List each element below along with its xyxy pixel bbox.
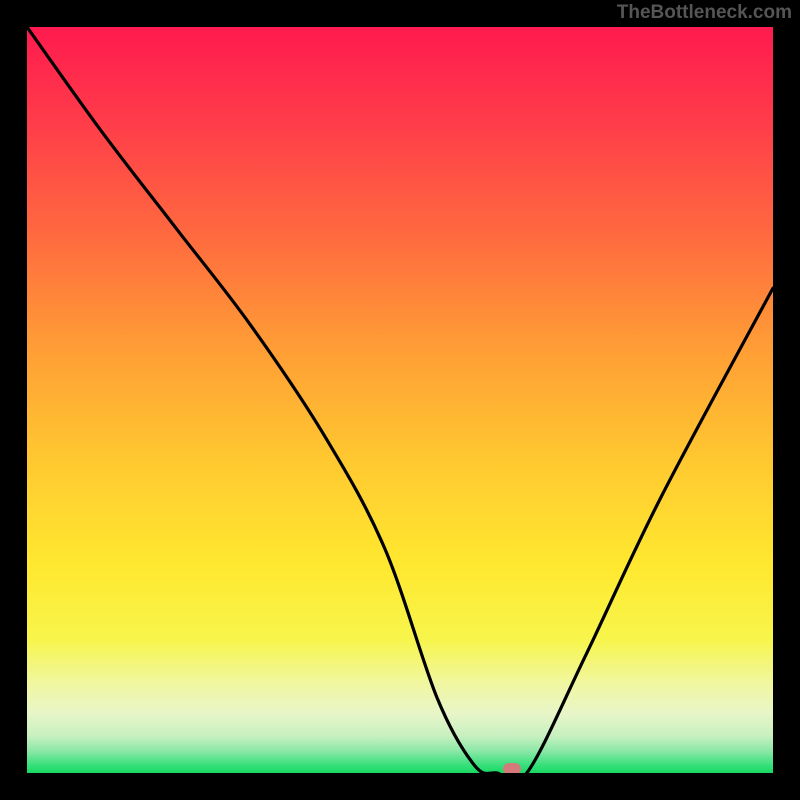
- plot-area: [27, 27, 773, 773]
- optimum-marker-icon: [503, 763, 521, 773]
- chart-container: TheBottleneck.com: [0, 0, 800, 800]
- attribution-text: TheBottleneck.com: [617, 2, 792, 24]
- heatmap-gradient: [27, 27, 773, 773]
